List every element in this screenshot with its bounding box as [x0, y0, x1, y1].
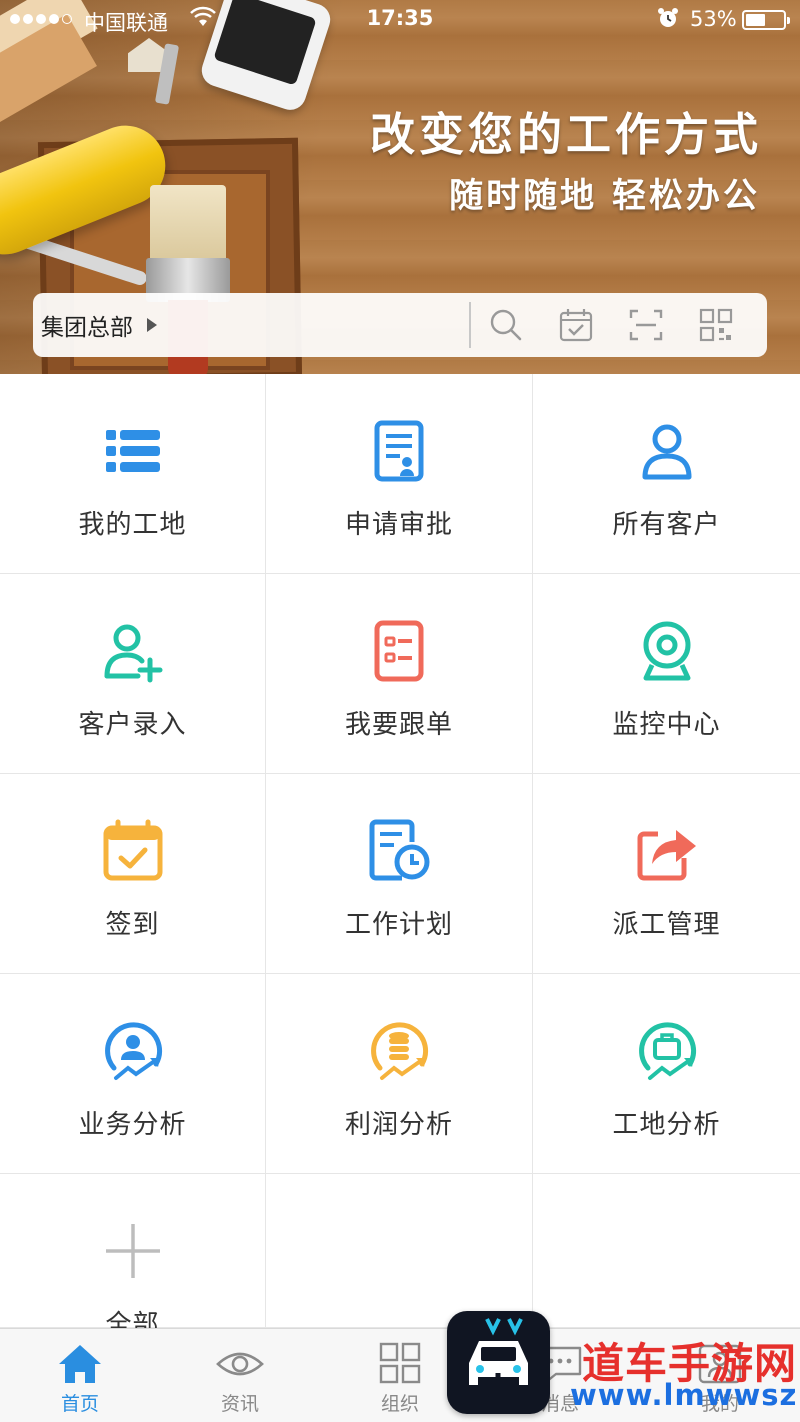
- tab-news[interactable]: 资讯: [160, 1329, 320, 1422]
- grid-item-label: 利润分析: [344, 1110, 453, 1140]
- org-selector-label: 集团总部: [41, 315, 133, 341]
- checklist-icon: [366, 618, 432, 684]
- calendar-check-icon: [100, 818, 166, 884]
- search-icon: [490, 309, 522, 341]
- grid-item-all-customers[interactable]: 所有客户: [533, 374, 800, 574]
- grid-item-label: 工作计划: [344, 910, 453, 940]
- grid-item-label: 我要跟单: [344, 710, 453, 740]
- grid-item-approval[interactable]: 申请审批: [266, 374, 533, 574]
- qr-code-icon: [699, 308, 733, 342]
- tab-label: 组织: [380, 1393, 419, 1415]
- status-time: 17:35: [366, 6, 434, 30]
- grid-empty-cell: [266, 1174, 533, 1328]
- grid-item-follow-order[interactable]: 我要跟单: [266, 574, 533, 774]
- document-approval-icon: [366, 418, 432, 484]
- scan-button[interactable]: [611, 293, 681, 357]
- user-icon: [634, 418, 700, 484]
- user-trend-icon: [100, 1018, 166, 1084]
- grid-item-label: 所有客户: [612, 510, 721, 540]
- grid-item-label: 工地分析: [612, 1110, 721, 1140]
- grid-item-label: 申请审批: [344, 510, 453, 540]
- coins-trend-icon: [366, 1018, 432, 1084]
- plus-icon: [100, 1218, 166, 1284]
- calendar-button[interactable]: [541, 293, 611, 357]
- org-search-bar: 集团总部: [33, 293, 767, 357]
- grid-item-all[interactable]: 全部: [0, 1174, 266, 1340]
- grid-item-site-analysis[interactable]: 工地分析: [533, 974, 800, 1174]
- grid-item-monitoring[interactable]: 监控中心: [533, 574, 800, 774]
- share-icon: [634, 818, 700, 884]
- calendar-check-icon: [559, 309, 593, 342]
- hero-title: 改变您的工作方式: [369, 108, 762, 161]
- tab-label: 首页: [60, 1393, 99, 1415]
- function-grid: 我的工地 申请审批 所有客户 客户录入 我要跟单 监控中心 签到 工作计划 派工…: [0, 374, 800, 1340]
- grid-item-label: 监控中心: [612, 710, 721, 740]
- grid-empty-cell: [533, 1174, 800, 1328]
- grid-item-business-analysis[interactable]: 业务分析: [0, 974, 266, 1174]
- caret-right-icon: [147, 318, 157, 332]
- tab-label: 资讯: [220, 1393, 259, 1415]
- grid-item-label: 派工管理: [612, 910, 721, 940]
- scan-icon: [629, 309, 663, 341]
- grid-item-work-plan[interactable]: 工作计划: [266, 774, 533, 974]
- schedule-icon: [366, 818, 432, 884]
- battery-percentage: 53%: [690, 7, 737, 31]
- grid-item-check-in[interactable]: 签到: [0, 774, 266, 974]
- battery-icon: [742, 10, 790, 30]
- status-bar: 中国联通 17:35 53%: [0, 0, 800, 40]
- hero-subtitle: 随时随地 轻松办公: [449, 176, 760, 216]
- app-screen: 改变您的工作方式 随时随地 轻松办公 中国联通 17:35 53% 集团总部 我…: [0, 0, 800, 1422]
- grid-icon: [375, 1341, 425, 1387]
- eye-icon: [215, 1341, 265, 1387]
- grid-item-customer-entry[interactable]: 客户录入: [0, 574, 266, 774]
- grid-item-label: 客户录入: [78, 710, 187, 740]
- list-icon: [100, 418, 166, 484]
- briefcase-trend-icon: [634, 1018, 700, 1084]
- watermark-logo: [447, 1311, 550, 1414]
- org-selector[interactable]: 集团总部: [33, 293, 463, 357]
- watermark-url: www.lmwwsz.com: [570, 1378, 800, 1412]
- alarm-icon: [656, 6, 680, 35]
- grid-item-label: 业务分析: [78, 1110, 187, 1140]
- paint-brush-image: [150, 185, 226, 265]
- home-icon: [55, 1341, 105, 1387]
- tab-home[interactable]: 首页: [0, 1329, 160, 1422]
- grid-item-my-sites[interactable]: 我的工地: [0, 374, 266, 574]
- add-user-icon: [100, 618, 166, 684]
- webcam-icon: [634, 618, 700, 684]
- search-button[interactable]: [471, 293, 541, 357]
- grid-item-profit-analysis[interactable]: 利润分析: [266, 974, 533, 1174]
- qr-code-button[interactable]: [681, 293, 751, 357]
- grid-item-label: 我的工地: [78, 510, 187, 540]
- grid-item-label: 签到: [105, 910, 160, 940]
- grid-item-dispatch[interactable]: 派工管理: [533, 774, 800, 974]
